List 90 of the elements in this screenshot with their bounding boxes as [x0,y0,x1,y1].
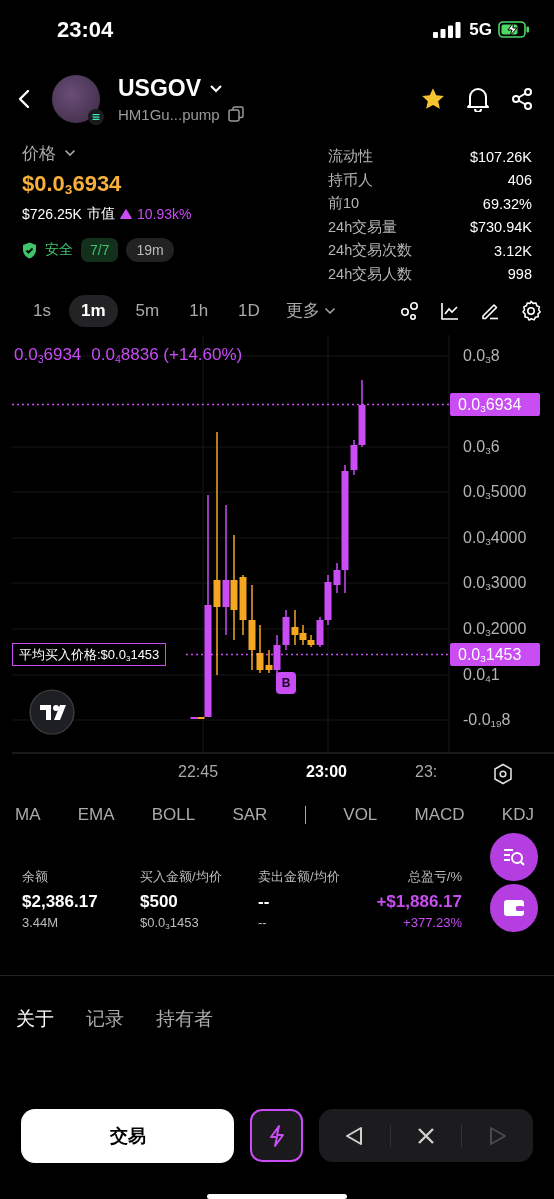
more-tab[interactable]: 更多 [285,299,320,323]
caret-icon[interactable] [323,306,336,315]
lightning-icon [267,1123,286,1148]
axis-label: 0.0$_{3}$6 [463,437,500,458]
axis-label: -0.0$_{19}$8 [463,710,511,731]
stat-label: 前10 [328,194,360,214]
time-label: 23:00 [306,763,347,782]
last-price: 0.0$_{3}$6934 [14,345,82,366]
average-price-tag: 0.0$_{3}$1453 [450,643,540,667]
indicator-tab[interactable]: BOLL [151,804,196,825]
stat-value: 3.12K [494,242,532,259]
position-label: 余额 [22,867,49,886]
position-value: $2,386.17 [22,890,99,913]
stat-label: 24h交易人数 [328,264,413,284]
position-value: -- [258,890,271,913]
price-label: 价格 [22,142,56,165]
safety-label: 安全 [45,241,73,260]
axis-label: 0.0$_{3}$4000 [463,528,527,549]
stat-value: $730.94K [469,219,532,236]
price-change: 10.93k% [136,206,192,223]
token-address: HM1Gu...pump [118,105,220,123]
search-list-button[interactable] [490,832,538,881]
price-value: $0.0$_{3}$6934 [22,170,123,200]
token-name: USGOV [118,74,202,102]
stat-label: 24h交易次数 [328,241,413,261]
position-subvalue: -- [258,914,268,930]
position-label: 买入金额/均价 [140,867,223,886]
indicator-tab[interactable]: MACD [414,804,465,825]
timeframe-tab[interactable]: 1D [226,294,272,327]
section-tab[interactable]: 持有者 [156,1006,213,1033]
time-label: 22:45 [178,763,219,782]
axis-label: 0.0$_{3}$3000 [463,573,527,594]
buy-marker: B [276,672,296,695]
wallet-button[interactable] [490,883,538,932]
current-price-tag: 0.0$_{3}$6934 [450,393,540,417]
stat-value: $107.26K [469,148,532,165]
up-triangle-icon [119,209,132,220]
position-subvalue: +377.23% [403,914,462,930]
axis-label: 0.0$_{3}$8 [463,346,500,367]
position-subvalue: 3.44M [22,914,60,930]
battery-icon [498,21,530,39]
stat-label: 持币人 [328,170,373,190]
share-icon[interactable] [510,86,534,111]
indicator-tab[interactable]: MA [15,804,41,825]
back-icon[interactable] [18,88,30,109]
indicator-tab[interactable]: VOL [343,804,378,825]
axis-label: 0.0$_{3}$5000 [463,482,527,503]
clock-time: 23:04 [57,16,115,43]
stat-label: 流动性 [328,147,373,167]
market-cap-value: $726.25K [22,206,82,223]
indicator-tab[interactable]: SAR [232,804,268,825]
chart-logo-icon [29,689,75,736]
quick-trade-button[interactable] [250,1109,303,1163]
stat-label: 24h交易量 [328,217,398,237]
timeframe-tab[interactable]: 1m [68,294,118,327]
hexagon-icon[interactable] [493,763,513,786]
network-label: 5G [469,19,492,40]
position-value: +$1,886.17 [376,890,462,913]
age-badge: 19m [126,238,174,263]
trade-button[interactable]: 交易 [21,1108,234,1163]
bell-icon[interactable] [466,85,490,112]
settings-icon[interactable] [520,299,542,322]
wallet-icon [503,897,525,918]
signal-icon [433,21,462,38]
nodes-icon[interactable] [400,300,420,321]
stat-value: 69.32% [482,195,532,212]
timeframe-tab[interactable]: 1h [177,294,221,327]
position-value: $500 [140,890,179,913]
price-change: 0.0$_{4}$8836 (+14.60%) [91,345,243,366]
shield-check-icon [22,241,37,259]
copy-icon[interactable] [227,106,244,123]
safety-score-badge: 7/7 [81,238,119,263]
indicator-tab[interactable]: KDJ [501,804,534,825]
axis-label: 0.0$_{3}$2000 [463,619,527,640]
indicator-tab[interactable]: EMA [77,804,115,825]
position-subvalue: $0.0$_{3}$1453 [140,914,200,930]
line-chart-icon[interactable] [440,300,460,321]
average-price-label: 平均买入价格:$0.0$_{3}$1453 [12,643,167,667]
section-tab[interactable]: 关于 [16,1006,54,1033]
position-label: 总盈亏/% [407,867,462,886]
axis-label: 0.0$_{4}$1 [463,665,500,686]
position-label: 卖出金额/均价 [258,867,341,886]
timeframe-tab[interactable]: 5m [123,294,172,327]
section-tab[interactable]: 记录 [86,1006,124,1033]
timeframe-tab[interactable]: 1s [21,294,63,327]
stat-value: 406 [507,172,532,189]
stat-value: 998 [507,266,532,283]
time-label: 23: [415,763,438,782]
caret-icon[interactable] [64,149,76,158]
market-cap-label: 市值 [86,205,115,224]
